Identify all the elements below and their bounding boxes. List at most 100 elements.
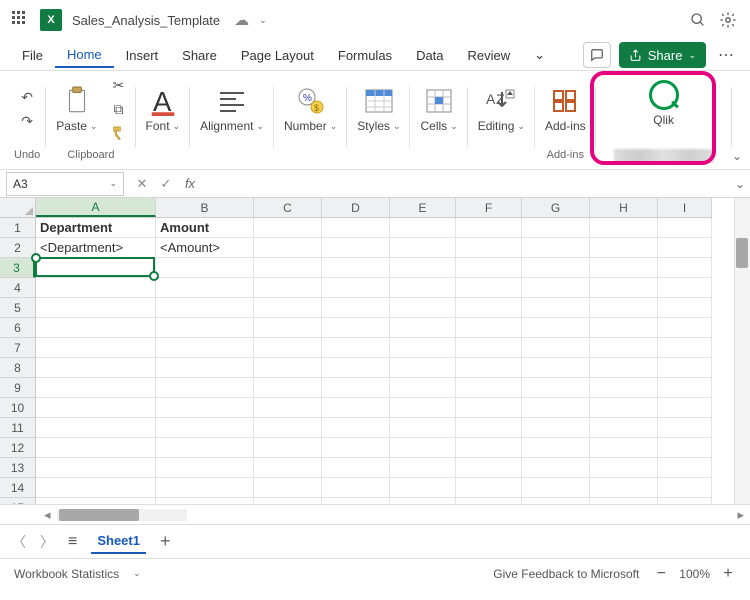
search-icon[interactable]: [688, 10, 708, 30]
cell[interactable]: [390, 398, 456, 418]
formula-expand-button[interactable]: ⌄: [730, 177, 750, 191]
cell[interactable]: [254, 298, 322, 318]
cell[interactable]: [590, 378, 658, 398]
cell[interactable]: [456, 438, 522, 458]
cell[interactable]: [322, 458, 390, 478]
cell[interactable]: [36, 338, 156, 358]
cell[interactable]: [254, 418, 322, 438]
name-box[interactable]: A3 ⌄: [6, 172, 124, 196]
cell[interactable]: [156, 478, 254, 498]
cut-button[interactable]: ✂: [108, 75, 130, 95]
column-header[interactable]: A: [36, 198, 156, 217]
cell[interactable]: [590, 438, 658, 458]
row-header[interactable]: 14: [0, 478, 35, 498]
cell[interactable]: [322, 298, 390, 318]
cell[interactable]: [254, 318, 322, 338]
sheet-prev-button[interactable]: 〈: [12, 532, 26, 552]
cell[interactable]: [36, 318, 156, 338]
cell[interactable]: [156, 338, 254, 358]
share-button[interactable]: Share ⌄: [619, 42, 706, 68]
cell[interactable]: [156, 438, 254, 458]
cell[interactable]: [456, 258, 522, 278]
styles-button[interactable]: Styles⌄: [353, 83, 404, 135]
row-header[interactable]: 5: [0, 298, 35, 318]
cell[interactable]: [658, 218, 712, 238]
name-box-chevron-icon[interactable]: ⌄: [109, 178, 117, 189]
cell[interactable]: [36, 358, 156, 378]
cell[interactable]: [390, 258, 456, 278]
cell[interactable]: [590, 458, 658, 478]
cell[interactable]: [36, 278, 156, 298]
cell[interactable]: [390, 438, 456, 458]
workbook-statistics-button[interactable]: Workbook Statistics: [14, 567, 119, 581]
file-name[interactable]: Sales_Analysis_Template: [72, 13, 220, 28]
cell[interactable]: [658, 478, 712, 498]
cell[interactable]: [522, 238, 590, 258]
cell[interactable]: [456, 498, 522, 504]
menu-review[interactable]: Review: [456, 44, 523, 67]
vertical-scroll-thumb[interactable]: [736, 238, 748, 268]
menu-file[interactable]: File: [10, 44, 55, 67]
cell[interactable]: [522, 338, 590, 358]
column-header[interactable]: E: [390, 198, 456, 217]
cell[interactable]: [322, 338, 390, 358]
cell-grid[interactable]: DepartmentAmount<Department><Amount>: [36, 218, 750, 504]
qlik-addin-button[interactable]: Qlik: [644, 77, 684, 129]
row-header[interactable]: 4: [0, 278, 35, 298]
cell[interactable]: [156, 278, 254, 298]
cell[interactable]: [456, 398, 522, 418]
cell[interactable]: [156, 418, 254, 438]
cell[interactable]: [658, 458, 712, 478]
number-button[interactable]: %$ Number⌄: [280, 83, 341, 135]
cell[interactable]: [590, 478, 658, 498]
editing-button[interactable]: AZ Editing⌄: [474, 83, 529, 135]
cell[interactable]: [254, 238, 322, 258]
cells-button[interactable]: Cells⌄: [416, 83, 461, 135]
hscroll-left-icon[interactable]: ◂: [44, 507, 51, 523]
cell[interactable]: [156, 378, 254, 398]
cell[interactable]: [36, 398, 156, 418]
sheet-next-button[interactable]: 〉: [40, 532, 54, 552]
cell[interactable]: Amount: [156, 218, 254, 238]
cell[interactable]: [36, 418, 156, 438]
cell[interactable]: [254, 398, 322, 418]
horizontal-scrollbar[interactable]: [57, 509, 187, 521]
cell[interactable]: [322, 478, 390, 498]
cell[interactable]: [390, 238, 456, 258]
zoom-level[interactable]: 100%: [679, 567, 710, 581]
cell[interactable]: [254, 478, 322, 498]
cell[interactable]: [522, 318, 590, 338]
cell[interactable]: [590, 418, 658, 438]
row-header[interactable]: 15: [0, 498, 35, 504]
overflow-menu-button[interactable]: ⋯: [712, 42, 740, 68]
row-header[interactable]: 6: [0, 318, 35, 338]
cell[interactable]: <Department>: [36, 238, 156, 258]
cell[interactable]: [522, 478, 590, 498]
cell[interactable]: [390, 358, 456, 378]
cell[interactable]: [456, 378, 522, 398]
cell[interactable]: [254, 498, 322, 504]
cell[interactable]: <Amount>: [156, 238, 254, 258]
cell[interactable]: [522, 438, 590, 458]
cell[interactable]: [322, 498, 390, 504]
cell[interactable]: [390, 378, 456, 398]
cell[interactable]: [658, 438, 712, 458]
cell[interactable]: [36, 298, 156, 318]
cell[interactable]: [322, 258, 390, 278]
row-header[interactable]: 1: [0, 218, 35, 238]
feedback-link[interactable]: Give Feedback to Microsoft: [493, 567, 639, 581]
cell[interactable]: [456, 418, 522, 438]
cell[interactable]: [254, 358, 322, 378]
cell[interactable]: [590, 298, 658, 318]
cell[interactable]: [36, 378, 156, 398]
menu-page-layout[interactable]: Page Layout: [229, 44, 326, 67]
cell[interactable]: [522, 398, 590, 418]
row-header[interactable]: 8: [0, 358, 35, 378]
cell[interactable]: [156, 318, 254, 338]
cell[interactable]: [254, 378, 322, 398]
column-headers[interactable]: ABCDEFGHI: [36, 198, 712, 218]
cell[interactable]: [658, 378, 712, 398]
column-header[interactable]: B: [156, 198, 254, 217]
column-header[interactable]: H: [590, 198, 658, 217]
menu-formulas[interactable]: Formulas: [326, 44, 404, 67]
